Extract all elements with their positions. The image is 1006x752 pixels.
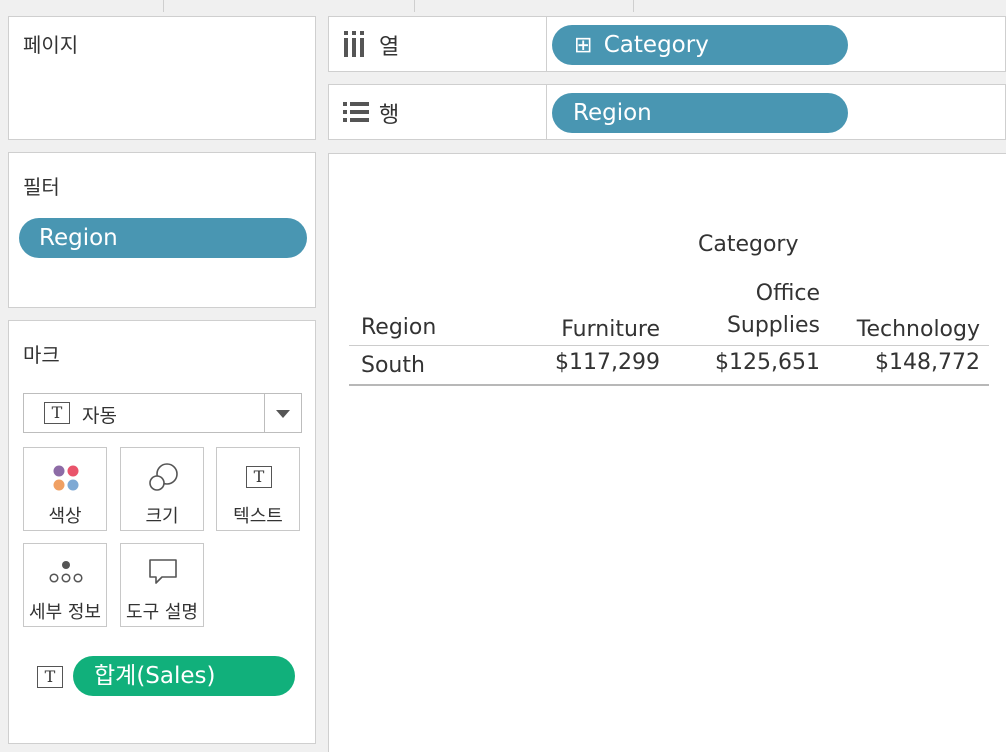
color-button[interactable]: 색상: [23, 447, 107, 531]
column-header-furniture: Furniture: [561, 317, 660, 342]
text-mark-icon: T: [44, 402, 70, 424]
filters-panel-title: 필터: [23, 175, 60, 199]
tooltip-button-label: 도구 설명: [126, 602, 198, 623]
columns-shelf-label: 열: [379, 35, 400, 60]
marks-panel-title: 마크: [23, 343, 60, 367]
row-header: Region: [361, 315, 437, 340]
tooltip-button[interactable]: 도구 설명: [120, 543, 204, 627]
cell-office-supplies: $125,651: [715, 350, 820, 375]
text-button-label: 텍스트: [233, 506, 283, 527]
column-header-office-supplies: Office Supplies: [726, 281, 820, 338]
detail-dots-icon: [49, 561, 83, 583]
detail-button-label: 세부 정보: [29, 602, 101, 623]
pages-panel[interactable]: 페이지: [8, 16, 316, 140]
header-divider: [349, 345, 989, 346]
color-dots-icon: [53, 465, 79, 491]
row-label-south: South: [361, 353, 425, 378]
column-header-technology: Technology: [856, 317, 980, 342]
expand-icon[interactable]: ⊞: [574, 33, 592, 58]
size-circles-icon: [149, 463, 178, 491]
rows-icon: [343, 102, 369, 122]
mark-type-dropdown[interactable]: T 자동: [23, 393, 302, 433]
columns-shelf[interactable]: 열 ⊞ Category: [328, 16, 1006, 72]
color-button-label: 색상: [48, 506, 82, 527]
text-encoding-icon: T: [37, 666, 63, 688]
detail-button[interactable]: 세부 정보: [23, 543, 107, 627]
columns-icon: [344, 31, 364, 57]
pages-panel-title: 페이지: [23, 33, 79, 57]
worksheet-view[interactable]: Category Region Furniture Office Supplie…: [328, 153, 1006, 752]
chevron-down-icon[interactable]: [276, 410, 290, 418]
marks-panel[interactable]: 마크 T 자동 색상 크기 T 텍스트 세부 정보 도구 설명 T 합계(Sal…: [8, 320, 316, 744]
category-pill-label: Category: [603, 32, 709, 58]
cell-furniture: $117,299: [555, 350, 660, 375]
sum-sales-pill[interactable]: 합계(Sales): [73, 656, 295, 696]
rows-shelf[interactable]: 행 Region: [328, 84, 1006, 140]
text-icon: T: [246, 466, 272, 488]
region-row-pill[interactable]: Region: [552, 93, 848, 133]
text-button[interactable]: T 텍스트: [216, 447, 300, 531]
size-button[interactable]: 크기: [120, 447, 204, 531]
size-button-label: 크기: [145, 506, 179, 527]
column-group-header: Category: [698, 232, 799, 257]
top-strip: [0, 0, 1006, 12]
speech-bubble-icon: [149, 559, 177, 584]
row-divider: [349, 384, 989, 386]
category-pill[interactable]: ⊞ Category: [552, 25, 848, 65]
cell-technology: $148,772: [875, 350, 980, 375]
region-filter-pill[interactable]: Region: [19, 218, 307, 258]
shelf-divider: [546, 17, 547, 71]
filters-panel[interactable]: 필터 Region: [8, 152, 316, 308]
shelf-divider: [546, 85, 547, 139]
mark-type-label: 자동: [82, 405, 117, 427]
rows-shelf-label: 행: [379, 103, 400, 128]
